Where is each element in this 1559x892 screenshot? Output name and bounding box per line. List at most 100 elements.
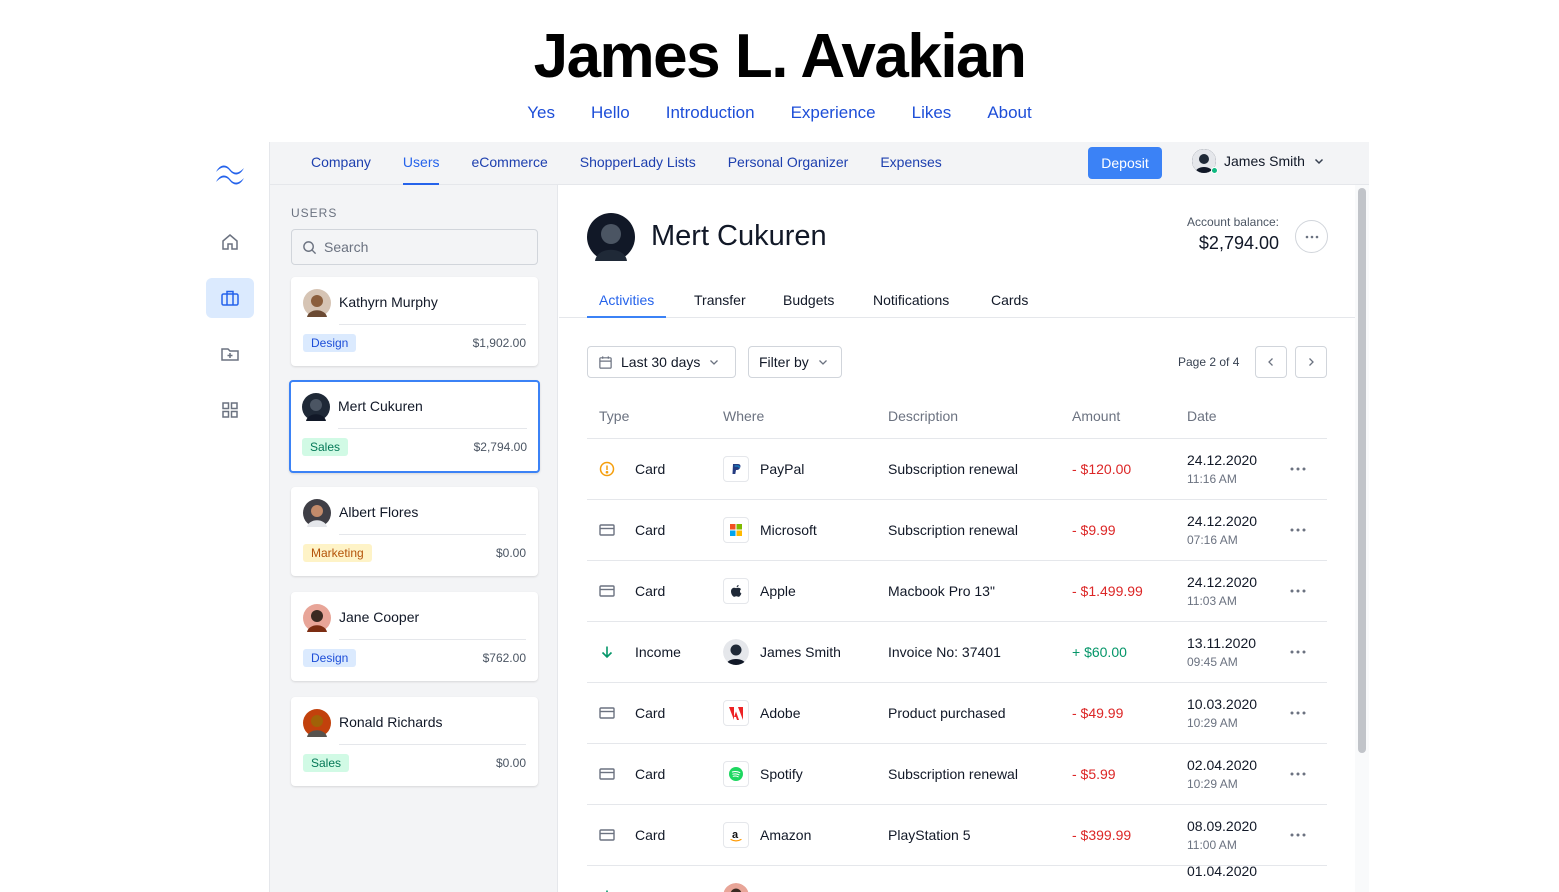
- row-where: Microsoft: [760, 522, 817, 538]
- tab-transfer[interactable]: Transfer: [694, 292, 746, 318]
- briefcase-icon[interactable]: [206, 278, 254, 318]
- row-type: Card: [635, 705, 666, 721]
- row-more-icon[interactable]: [1287, 766, 1309, 782]
- table-row[interactable]: Card Apple Macbook Pro 13" - $1.499.99 2…: [587, 561, 1327, 622]
- balance-value: $2,794.00: [1198, 233, 1279, 253]
- row-description: Product purchased: [888, 705, 1006, 721]
- avatar: [303, 604, 331, 632]
- chevron-down-icon: [710, 360, 719, 365]
- search-box[interactable]: [291, 229, 538, 265]
- chevron-down-icon: [1314, 158, 1323, 165]
- table-row[interactable]: Income James Smith Invoice No: 37401 + $…: [587, 622, 1327, 683]
- user-card-mert-cukuren[interactable]: Mert Cukuren Sales $2,794.00: [289, 380, 540, 473]
- user-card-jane-cooper[interactable]: Jane Cooper Design $762.00: [291, 592, 538, 681]
- tab-activities[interactable]: Activities: [587, 292, 667, 318]
- row-more-icon[interactable]: [1287, 644, 1309, 660]
- site-nav: Yes Hello Introduction Experience Likes …: [0, 103, 1559, 123]
- date-range-label: Last 30 days: [621, 354, 701, 370]
- row-time: 10:29 AM: [1187, 716, 1238, 730]
- date-range-select[interactable]: Last 30 days: [587, 346, 736, 378]
- table-row[interactable]: Card Adobe Product purchased - $49.99 10…: [587, 683, 1327, 744]
- row-more-icon[interactable]: [1287, 583, 1309, 599]
- user-name: Kathyrn Murphy: [339, 294, 438, 310]
- app-window: Company Users eCommerce ShopperLady List…: [206, 142, 1369, 892]
- tab-cards[interactable]: Cards: [991, 292, 1028, 318]
- row-where: Amazon: [760, 827, 812, 843]
- table-row[interactable]: Card PayPal Subscription renewal - $120.…: [587, 439, 1327, 500]
- user-card-ronald-richards[interactable]: Ronald Richards Sales $0.00: [291, 697, 538, 786]
- chevron-down-icon: [818, 360, 827, 365]
- column-amount: Amount: [1072, 408, 1121, 424]
- site-nav-likes[interactable]: Likes: [912, 103, 952, 123]
- folder-plus-icon[interactable]: [206, 334, 254, 374]
- user-amount: $762.00: [482, 651, 526, 665]
- amazon-logo-icon: a: [723, 822, 749, 848]
- row-date: 10.03.2020: [1187, 696, 1258, 712]
- site-nav-yes[interactable]: Yes: [527, 103, 555, 123]
- users-panel: USERS Kathyrn Murphy Design $1,902.00 Me…: [270, 185, 558, 892]
- user-amount: $0.00: [495, 546, 526, 560]
- icon-rail: [206, 142, 270, 892]
- user-detail: Mert Cukuren Account balance: $2,794.00 …: [559, 185, 1355, 892]
- more-options-button[interactable]: [1295, 220, 1328, 253]
- tab-ecommerce[interactable]: eCommerce: [471, 142, 547, 185]
- user-name: James Smith: [1224, 153, 1305, 169]
- row-more-icon[interactable]: [1287, 705, 1309, 721]
- card-icon: [599, 766, 615, 782]
- user-menu[interactable]: James Smith: [1192, 149, 1325, 174]
- tab-budgets[interactable]: Budgets: [783, 292, 834, 318]
- avatar: [587, 213, 635, 261]
- site-nav-hello[interactable]: Hello: [591, 103, 630, 123]
- scrollbar-thumb[interactable]: [1358, 188, 1366, 753]
- prev-page-button[interactable]: [1255, 346, 1287, 378]
- tab-notifications[interactable]: Notifications: [873, 292, 949, 318]
- users-heading: USERS: [291, 206, 338, 220]
- row-where: Apple: [760, 583, 796, 599]
- scrollbar[interactable]: [1355, 185, 1369, 892]
- balance-label: Account balance:: [1186, 215, 1279, 229]
- home-icon[interactable]: [206, 222, 254, 262]
- user-amount: $1,902.00: [472, 336, 526, 350]
- row-date: 24.12.2020: [1187, 452, 1258, 468]
- avatar: [303, 709, 331, 737]
- row-date: 02.04.2020: [1187, 757, 1258, 773]
- user-card-kathyrn-murphy[interactable]: Kathyrn Murphy Design $1,902.00: [291, 277, 538, 366]
- card-icon: [599, 705, 615, 721]
- more-horizontal-icon: [1305, 235, 1318, 238]
- row-amount: - $120.00: [1072, 461, 1132, 477]
- site-nav-experience[interactable]: Experience: [791, 103, 876, 123]
- department-badge: Marketing: [303, 544, 372, 562]
- avatar: [302, 393, 330, 421]
- table-row[interactable]: Card Spotify Subscription renewal - $5.9…: [587, 744, 1327, 805]
- divider: [339, 324, 526, 325]
- row-more-icon[interactable]: [1287, 522, 1309, 538]
- row-where: Adobe: [760, 705, 801, 721]
- tab-expenses[interactable]: Expenses: [880, 142, 941, 185]
- site-nav-introduction[interactable]: Introduction: [666, 103, 755, 123]
- deposit-button[interactable]: Deposit: [1088, 147, 1162, 179]
- grid-icon[interactable]: [206, 390, 254, 430]
- chevron-left-icon: [1268, 358, 1273, 366]
- tailwind-logo[interactable]: [210, 158, 250, 190]
- site-nav-about[interactable]: About: [987, 103, 1031, 123]
- tab-company[interactable]: Company: [311, 142, 371, 185]
- online-indicator: [1211, 167, 1218, 174]
- next-page-button[interactable]: [1295, 346, 1327, 378]
- table-row[interactable]: Card a Amazon PlayStation 5 - $399.99 08…: [587, 805, 1327, 866]
- row-time: 07:16 AM: [1187, 533, 1238, 547]
- row-amount: + $60.00: [1072, 644, 1127, 660]
- row-more-icon[interactable]: [1287, 827, 1309, 843]
- row-type: Card: [635, 522, 666, 538]
- tab-personal-organizer[interactable]: Personal Organizer: [728, 142, 849, 185]
- user-avatar-icon: [723, 639, 749, 665]
- tab-users[interactable]: Users: [402, 142, 440, 185]
- tab-shopperlady-lists[interactable]: ShopperLady Lists: [580, 142, 696, 185]
- user-card-albert-flores[interactable]: Albert Flores Marketing $0.00: [291, 487, 538, 576]
- column-where: Where: [723, 408, 765, 424]
- table-row[interactable]: Card Microsoft Subscription renewal - $9…: [587, 500, 1327, 561]
- search-input[interactable]: [324, 239, 524, 255]
- row-more-icon[interactable]: [1287, 461, 1309, 477]
- table-row[interactable]: 01.04.2020: [587, 863, 1327, 892]
- user-name: Ronald Richards: [339, 714, 443, 730]
- filter-by-select[interactable]: Filter by: [748, 346, 842, 378]
